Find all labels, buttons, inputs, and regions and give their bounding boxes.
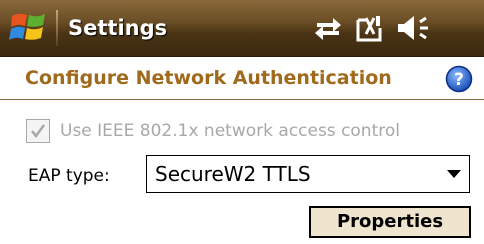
- ieee-8021x-label: Use IEEE 802.1x network access control: [60, 121, 400, 141]
- no-phone-signal-icon[interactable]: [352, 14, 386, 44]
- title-bar: Settings: [0, 0, 484, 57]
- page-title: Configure Network Authentication: [25, 67, 392, 89]
- eap-type-value: SecureW2 TTLS: [155, 162, 311, 186]
- help-icon[interactable]: ?: [445, 65, 473, 93]
- connectivity-icon[interactable]: [313, 14, 343, 42]
- window-title: Settings: [68, 16, 168, 40]
- eap-type-select[interactable]: SecureW2 TTLS: [146, 155, 470, 193]
- svg-text:?: ?: [454, 70, 464, 90]
- chevron-down-icon: [447, 170, 461, 178]
- volume-icon[interactable]: [396, 14, 432, 42]
- eap-type-label: EAP type:: [28, 166, 110, 186]
- title-separator: [56, 10, 58, 46]
- page-header: Configure Network Authentication ?: [0, 57, 484, 100]
- ieee-8021x-checkbox[interactable]: [26, 119, 50, 143]
- properties-button[interactable]: Properties: [309, 206, 471, 238]
- windows-start-icon[interactable]: [8, 8, 50, 48]
